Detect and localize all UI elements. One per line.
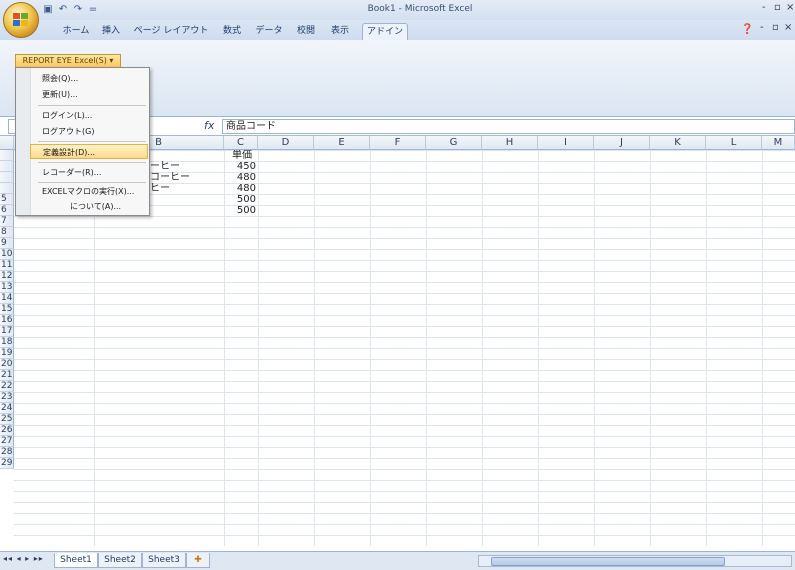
column-header-l[interactable]: L bbox=[706, 136, 762, 150]
row-header[interactable] bbox=[0, 183, 14, 194]
ribbon-close-button[interactable]: × bbox=[784, 22, 792, 33]
cell-b3[interactable]: コーヒー bbox=[150, 172, 220, 183]
select-all-corner[interactable] bbox=[0, 136, 14, 150]
close-button[interactable]: × bbox=[786, 2, 794, 13]
row-header[interactable]: 11 bbox=[0, 260, 14, 271]
column-header-d[interactable]: D bbox=[258, 136, 314, 150]
sheet-tab-sheet3[interactable]: Sheet3 bbox=[142, 553, 186, 568]
row-header[interactable]: 19 bbox=[0, 348, 14, 359]
column-header-j[interactable]: J bbox=[594, 136, 650, 150]
tab-insert[interactable]: 挿入 bbox=[98, 23, 124, 39]
office-logo-icon bbox=[13, 13, 29, 27]
tab-addins[interactable]: アドイン bbox=[362, 23, 408, 40]
column-header-e[interactable]: E bbox=[314, 136, 370, 150]
column-header-i[interactable]: I bbox=[538, 136, 594, 150]
row-header[interactable]: 22 bbox=[0, 381, 14, 392]
row-header[interactable]: 9 bbox=[0, 238, 14, 249]
cell-c5[interactable]: 500 bbox=[224, 194, 256, 205]
sheet-nav-buttons[interactable]: ◂◂ ◂ ▸ ▸▸ bbox=[3, 554, 44, 563]
row-header[interactable]: 13 bbox=[0, 282, 14, 293]
cell-c4[interactable]: 480 bbox=[224, 183, 256, 194]
cell-c2[interactable]: 450 bbox=[224, 161, 256, 172]
row-header[interactable] bbox=[0, 161, 14, 172]
row-header[interactable]: 24 bbox=[0, 403, 14, 414]
row-header[interactable]: 26 bbox=[0, 425, 14, 436]
quick-access-toolbar: ▣ ↶ ↷ = bbox=[42, 3, 99, 17]
menu-item-inquiry[interactable]: 照会(Q)... bbox=[30, 71, 148, 86]
menu-item-update[interactable]: 更新(U)... bbox=[30, 87, 148, 102]
row-header[interactable]: 20 bbox=[0, 359, 14, 370]
ribbon-minimize-button[interactable]: - bbox=[760, 22, 764, 33]
row-header[interactable] bbox=[0, 150, 14, 161]
ribbon-tab-bar: ホーム 挿入 ページ レイアウト 数式 データ 校閲 表示 アドイン ❓ - ▫… bbox=[0, 20, 795, 40]
tab-home[interactable]: ホーム bbox=[58, 23, 94, 39]
menu-item-run-excel-macro[interactable]: EXCELマクロの実行(X)... bbox=[30, 184, 148, 199]
help-icon[interactable]: ❓ bbox=[741, 24, 753, 35]
tab-view[interactable]: 表示 bbox=[326, 23, 354, 39]
tab-review[interactable]: 校閲 bbox=[292, 23, 320, 39]
row-header[interactable]: 18 bbox=[0, 337, 14, 348]
restore-button[interactable]: ▫ bbox=[774, 2, 781, 13]
column-header-f[interactable]: F bbox=[370, 136, 426, 150]
column-header-k[interactable]: K bbox=[650, 136, 706, 150]
row-header[interactable]: 15 bbox=[0, 304, 14, 315]
cell-b4[interactable]: ヒー bbox=[150, 183, 220, 194]
report-eye-menu-button[interactable]: REPORT EYE Excel(S) ▾ bbox=[15, 54, 121, 68]
column-header-m[interactable]: M bbox=[762, 136, 795, 150]
tab-data[interactable]: データ bbox=[252, 23, 286, 39]
row-header[interactable]: 7 bbox=[0, 216, 14, 227]
row-header[interactable]: 12 bbox=[0, 271, 14, 282]
scrollbar-thumb[interactable] bbox=[491, 557, 725, 566]
row-header[interactable]: 25 bbox=[0, 414, 14, 425]
horizontal-scrollbar[interactable] bbox=[478, 555, 792, 567]
sheet-tab-sheet1[interactable]: Sheet1 bbox=[54, 553, 98, 568]
row-header[interactable] bbox=[0, 172, 14, 183]
row-header[interactable]: 23 bbox=[0, 392, 14, 403]
tab-page-layout[interactable]: ページ レイアウト bbox=[131, 23, 211, 39]
row-header[interactable]: 6 bbox=[0, 205, 14, 216]
office-button[interactable] bbox=[3, 2, 39, 38]
row-header[interactable]: 28 bbox=[0, 447, 14, 458]
cell-c3[interactable]: 480 bbox=[224, 172, 256, 183]
save-icon[interactable]: ▣ bbox=[42, 4, 54, 16]
column-header-h[interactable]: H bbox=[482, 136, 538, 150]
undo-icon[interactable]: ↶ bbox=[57, 4, 69, 16]
insert-sheet-icon[interactable]: ✚ bbox=[186, 553, 210, 568]
title-bar: ▣ ↶ ↷ = Book1 - Microsoft Excel - ▫ × bbox=[0, 0, 795, 20]
column-header-c[interactable]: C bbox=[224, 136, 258, 150]
menu-item-login[interactable]: ログイン(L)... bbox=[30, 108, 148, 123]
row-header[interactable]: 16 bbox=[0, 315, 14, 326]
row-header[interactable]: 5 bbox=[0, 194, 14, 205]
redo-icon[interactable]: ↷ bbox=[72, 4, 84, 16]
minimize-button[interactable]: - bbox=[762, 2, 766, 13]
customize-qat-button[interactable]: = bbox=[87, 4, 99, 16]
row-header[interactable]: 29 bbox=[0, 458, 14, 469]
cell-c1[interactable]: 単価 bbox=[232, 150, 256, 161]
menu-item-recorder[interactable]: レコーダー(R)... bbox=[30, 165, 148, 180]
row-header[interactable]: 8 bbox=[0, 227, 14, 238]
row-header[interactable]: 21 bbox=[0, 370, 14, 381]
ribbon-restore-button[interactable]: ▫ bbox=[772, 22, 779, 33]
row-header[interactable]: 27 bbox=[0, 436, 14, 447]
menu-item-about[interactable]: について(A)... bbox=[30, 199, 148, 214]
menu-item-logout[interactable]: ログアウト(G) bbox=[30, 124, 148, 139]
column-header-g[interactable]: G bbox=[426, 136, 482, 150]
row-header[interactable]: 17 bbox=[0, 326, 14, 337]
cell-b2[interactable]: ーヒー bbox=[150, 161, 220, 172]
formula-input[interactable]: 商品コード bbox=[222, 119, 795, 134]
tab-formulas[interactable]: 数式 bbox=[218, 23, 246, 39]
cell-c6[interactable]: 500 bbox=[224, 205, 256, 216]
sheet-tab-bar: ◂◂ ◂ ▸ ▸▸ Sheet1 Sheet2 Sheet3 ✚ bbox=[0, 551, 795, 570]
row-header[interactable]: 10 bbox=[0, 249, 14, 260]
window-title: Book1 - Microsoft Excel bbox=[367, 4, 473, 14]
report-eye-dropdown-menu: 照会(Q)... 更新(U)... ログイン(L)... ログアウト(G) 定義… bbox=[15, 67, 150, 216]
menu-item-definition-design[interactable]: 定義設計(D)... bbox=[30, 144, 148, 159]
sheet-tab-sheet2[interactable]: Sheet2 bbox=[98, 553, 142, 568]
row-header[interactable]: 14 bbox=[0, 293, 14, 304]
fx-icon[interactable]: fx bbox=[204, 119, 214, 132]
